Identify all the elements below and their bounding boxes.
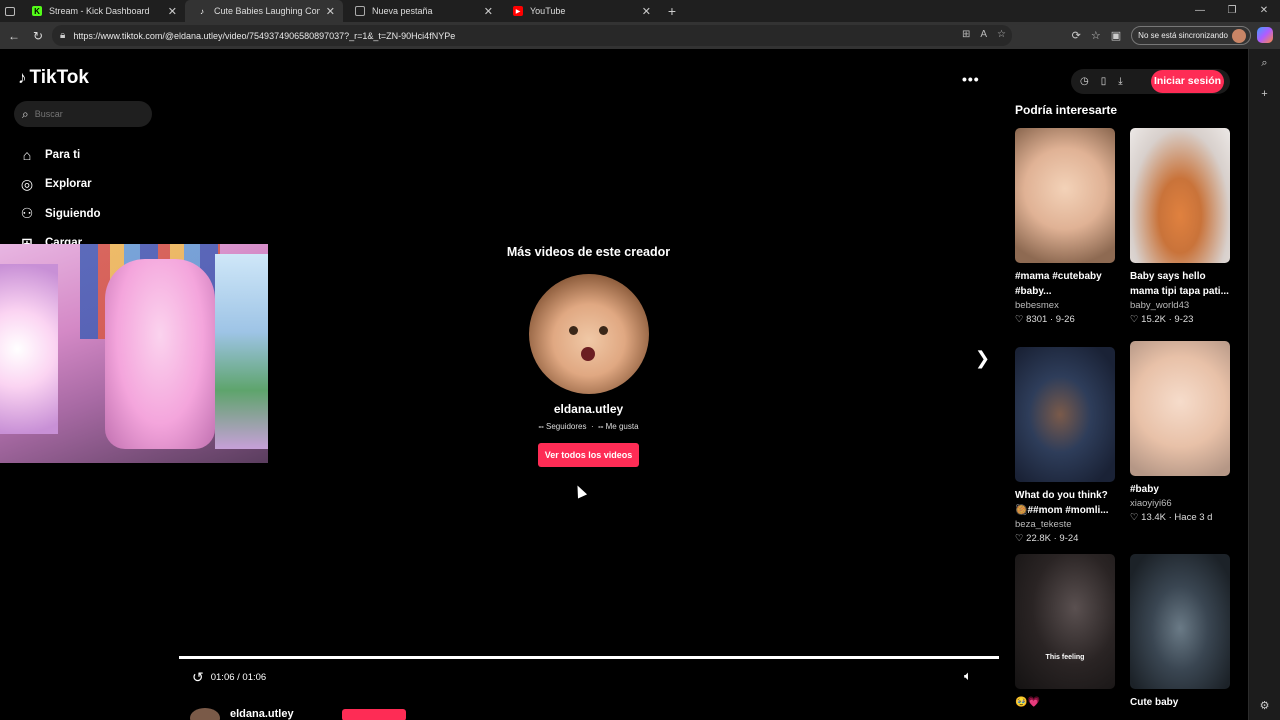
close-icon[interactable]: ✕ [484,5,493,18]
reco-card[interactable]: What do you think? 🥘##mom #momli... beza… [1015,347,1116,546]
more-options-icon[interactable]: ••• [962,71,980,87]
reco-card[interactable]: Cute baby [1130,554,1231,710]
following-icon: ⚇ [20,205,34,222]
tiktok-logo[interactable]: ♪ TikTok [18,67,89,89]
browser-tab-bar: K Stream - Kick Dashboard ✕ ♪ Cute Babie… [0,0,1280,22]
download-icon[interactable]: ⤓ [1118,76,1122,87]
kick-icon: K [32,6,42,16]
reco-card[interactable]: This feeling 🥹💗 [1015,554,1116,710]
reco-thumbnail[interactable] [1015,128,1115,263]
page-icon [355,6,365,16]
replay-icon[interactable]: ↺ [192,669,204,686]
nav-item-explorar[interactable]: ◎ Explorar [18,170,101,200]
address-bar-row: ← ↻ 🔒︎ https://www.tiktok.com/@eldana.ut… [0,22,1280,49]
back-icon[interactable]: ← [2,29,26,43]
new-tab-button[interactable]: + [661,3,683,19]
favorite-star-icon[interactable]: ☆ [997,29,1006,40]
edge-sidebar: ⌕ + ⚙ [1248,27,1280,720]
tiktok-icon: ♪ [18,68,27,87]
extensions-icon[interactable]: ⟳ [1072,29,1081,42]
search-icon[interactable]: ⌕ [1261,57,1267,70]
close-icon[interactable]: ✕ [642,5,651,18]
volume-icon[interactable]: 🔈︎ [964,668,972,684]
minimize-icon[interactable]: — [1184,0,1216,22]
nav-item-para-ti[interactable]: ⌂ Para ti [18,140,101,170]
creator-username[interactable]: eldana.utley [420,402,757,416]
video-author-row: eldana.utley [190,708,410,720]
settings-icon[interactable]: ⚙ [1260,699,1270,712]
speed-icon[interactable]: ◷ [1080,76,1089,87]
restore-icon[interactable]: ❐ [1216,0,1248,22]
search-icon: ⌕ [22,106,29,121]
profile-avatar [1232,28,1246,43]
creator-avatar[interactable] [528,274,649,394]
compass-icon: ◎ [20,175,34,192]
toolbar-right: ⟳ ☆ ▣ No se está sincronizando ··· [1072,26,1272,45]
view-all-videos-button[interactable]: Ver todos los videos [537,443,640,467]
app-available-icon[interactable]: ⊞ [962,29,970,40]
reco-thumbnail[interactable] [1130,128,1230,263]
creator-panel-heading: Más videos de este creador [506,245,671,259]
tab-actions-icon [5,6,15,16]
close-icon[interactable]: ✕ [326,5,335,18]
reco-thumbnail[interactable]: This feeling [1015,554,1115,689]
tab-youtube[interactable]: ▶ YouTube ✕ [501,0,659,22]
video-progress-bar[interactable] [179,656,999,659]
home-icon: ⌂ [22,146,32,163]
window-controls: — ❐ ✕ [1184,0,1280,22]
mobile-icon[interactable]: ▯ [1101,76,1107,87]
sync-status-button[interactable]: No se está sincronizando [1131,26,1251,45]
mouse-cursor [572,483,588,499]
creator-stats: -- Seguidores · -- Me gusta [538,422,639,431]
tab-new[interactable]: Nueva pestaña ✕ [343,0,501,22]
tiktok-page: ♪ TikTok ⌕ ⌂ Para ti ◎ Explorar ⚇ Siguie… [0,49,1248,720]
sidebar-nav: ⌂ Para ti ◎ Explorar ⚇ Siguiendo ⊞ Carga… [18,140,101,258]
video-time: 01:06 / 01:06 [210,672,267,683]
tab-tiktok[interactable]: ♪ Cute Babies Laughing Compilatio ✕ [185,0,343,22]
player-controls: ↺ 01:06 / 01:06 [192,669,266,686]
reco-thumbnail[interactable] [1130,554,1230,689]
add-icon[interactable]: + [1261,88,1267,100]
search-box[interactable]: ⌕ [14,101,152,127]
webcam-overlay [0,244,268,463]
close-window-icon[interactable]: ✕ [1248,0,1280,22]
url-field[interactable]: 🔒︎ https://www.tiktok.com/@eldana.utley/… [52,25,1012,46]
nav-item-siguiendo[interactable]: ⚇ Siguiendo [18,199,101,229]
read-aloud-icon[interactable]: A [980,29,987,40]
url-actions: ⊞ A ☆ [962,29,1006,40]
recommendations-title: Podría interesarte [1015,103,1118,117]
favorites-icon[interactable]: ☆ [1091,29,1101,42]
creator-panel: Más videos de este creador eldana.utley … [420,245,757,467]
reco-thumbnail[interactable] [1130,341,1230,476]
youtube-icon: ▶ [513,6,523,16]
follow-button[interactable] [342,709,406,720]
copilot-icon[interactable] [1257,27,1273,43]
reco-card[interactable]: #mama #cutebaby #baby... bebesmex ♡ 8301… [1015,128,1116,327]
author-username[interactable]: eldana.utley [230,708,294,720]
reco-card[interactable]: Baby says hello mama tipi tapa pati... b… [1130,128,1231,327]
search-input[interactable] [34,109,135,119]
close-icon[interactable]: ✕ [168,5,177,18]
video-progress-fill [179,656,999,659]
reco-thumbnail[interactable] [1015,347,1115,482]
site-info-icon[interactable]: 🔒︎ [60,30,65,41]
tiktok-icon: ♪ [200,6,204,16]
author-avatar[interactable] [190,708,220,720]
login-button[interactable]: Iniciar sesión [1151,70,1224,93]
collections-icon[interactable]: ▣ [1111,29,1121,42]
next-video-chevron-icon[interactable]: ❯ [975,348,990,369]
tab-actions-button[interactable] [0,0,20,22]
tab-kick[interactable]: K Stream - Kick Dashboard ✕ [20,0,185,22]
refresh-icon[interactable]: ↻ [26,29,50,43]
reco-card[interactable]: #baby xiaoyiyi66 ♡ 13.4K · Hace 3 d [1130,341,1231,525]
